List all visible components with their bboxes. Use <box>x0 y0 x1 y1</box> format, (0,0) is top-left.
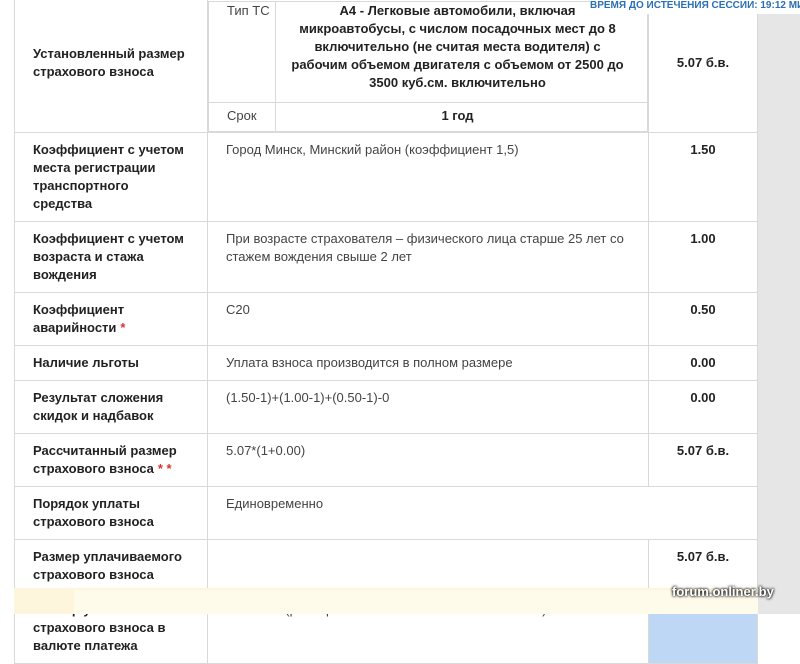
required-star: * <box>120 320 126 335</box>
required-star: * * <box>157 461 172 476</box>
vehicle-details-cell: Тип ТС A4 - Легковые автомобили, включая… <box>207 0 649 133</box>
insurance-calculation-table: Установленный размер страхового взноса Т… <box>14 0 758 664</box>
row-value: 1.00 <box>648 221 758 293</box>
row-description: Единовременно <box>207 486 758 540</box>
row-value: 5.07 б.в. <box>648 0 758 133</box>
row-description: (1.50-1)+(1.00-1)+(0.50-1)-0 <box>207 380 649 434</box>
row-description: 5.07*(1+0.00) <box>207 433 649 487</box>
vehicle-type-key: Тип ТС <box>208 1 276 103</box>
table-row-age: Коэффициент с учетом возраста и стажа во… <box>14 221 758 293</box>
row-label: Результат сложения скидок и надбавок <box>14 380 208 434</box>
row-value: 0.00 <box>648 380 758 434</box>
row-description: При возрасте страхователя – физического … <box>207 221 649 293</box>
row-label: Коэффициент с учетом возраста и стажа во… <box>14 221 208 293</box>
row-description: C20 <box>207 292 649 346</box>
row-label-cell: Рассчитанный размер страхового взноса * * <box>14 433 208 487</box>
row-value: 1.50 <box>648 132 758 222</box>
row-label: Коэффициент с учетом места регистрации т… <box>14 132 208 222</box>
row-label: Рассчитанный размер страхового взноса <box>33 443 177 476</box>
table-row-calculated: Рассчитанный размер страхового взноса * *… <box>14 433 758 487</box>
row-value: 0.50 <box>648 292 758 346</box>
row-description: Уплата взноса производится в полном разм… <box>207 345 649 381</box>
row-value: 5.07 б.в. <box>648 433 758 487</box>
row-label: Наличие льготы <box>14 345 208 381</box>
row-label: Порядок уплаты страхового взноса <box>14 486 208 540</box>
table-row-sum: Результат сложения скидок и надбавок (1.… <box>14 380 758 434</box>
vehicle-type-value: A4 - Легковые автомобили, включая микроа… <box>275 1 648 103</box>
session-timer: ВРЕМЯ ДО ИСТЕЧЕНИЯ СЕССИИ: 19:12 МИ <box>590 0 800 14</box>
table-row-benefit: Наличие льготы Уплата взноса производитс… <box>14 345 758 381</box>
page-gutter <box>758 0 800 614</box>
table-row-base: Установленный размер страхового взноса Т… <box>14 0 758 133</box>
row-description <box>207 539 649 593</box>
table-row-payable: Размер уплачиваемого страхового взноса 5… <box>14 539 758 593</box>
table-row-order: Порядок уплаты страхового взноса Единовр… <box>14 486 758 540</box>
row-label: Установленный размер страхового взноса <box>14 0 208 133</box>
vehicle-details: Тип ТС A4 - Легковые автомобили, включая… <box>208 1 648 132</box>
table-row-accident: Коэффициент аварийности * C20 0.50 <box>14 292 758 346</box>
row-description: Город Минск, Минский район (коэффициент … <box>207 132 649 222</box>
row-label-cell: Коэффициент аварийности * <box>14 292 208 346</box>
term-key: Срок <box>208 102 276 132</box>
table-row-region: Коэффициент с учетом места регистрации т… <box>14 132 758 222</box>
footer-notice-body <box>74 590 758 614</box>
row-value: 0.00 <box>648 345 758 381</box>
term-value: 1 год <box>275 102 648 132</box>
row-label: Размер уплачиваемого страхового взноса <box>14 539 208 593</box>
watermark: forum.onliner.by <box>672 584 774 599</box>
row-label: Коэффициент аварийности <box>33 302 125 335</box>
